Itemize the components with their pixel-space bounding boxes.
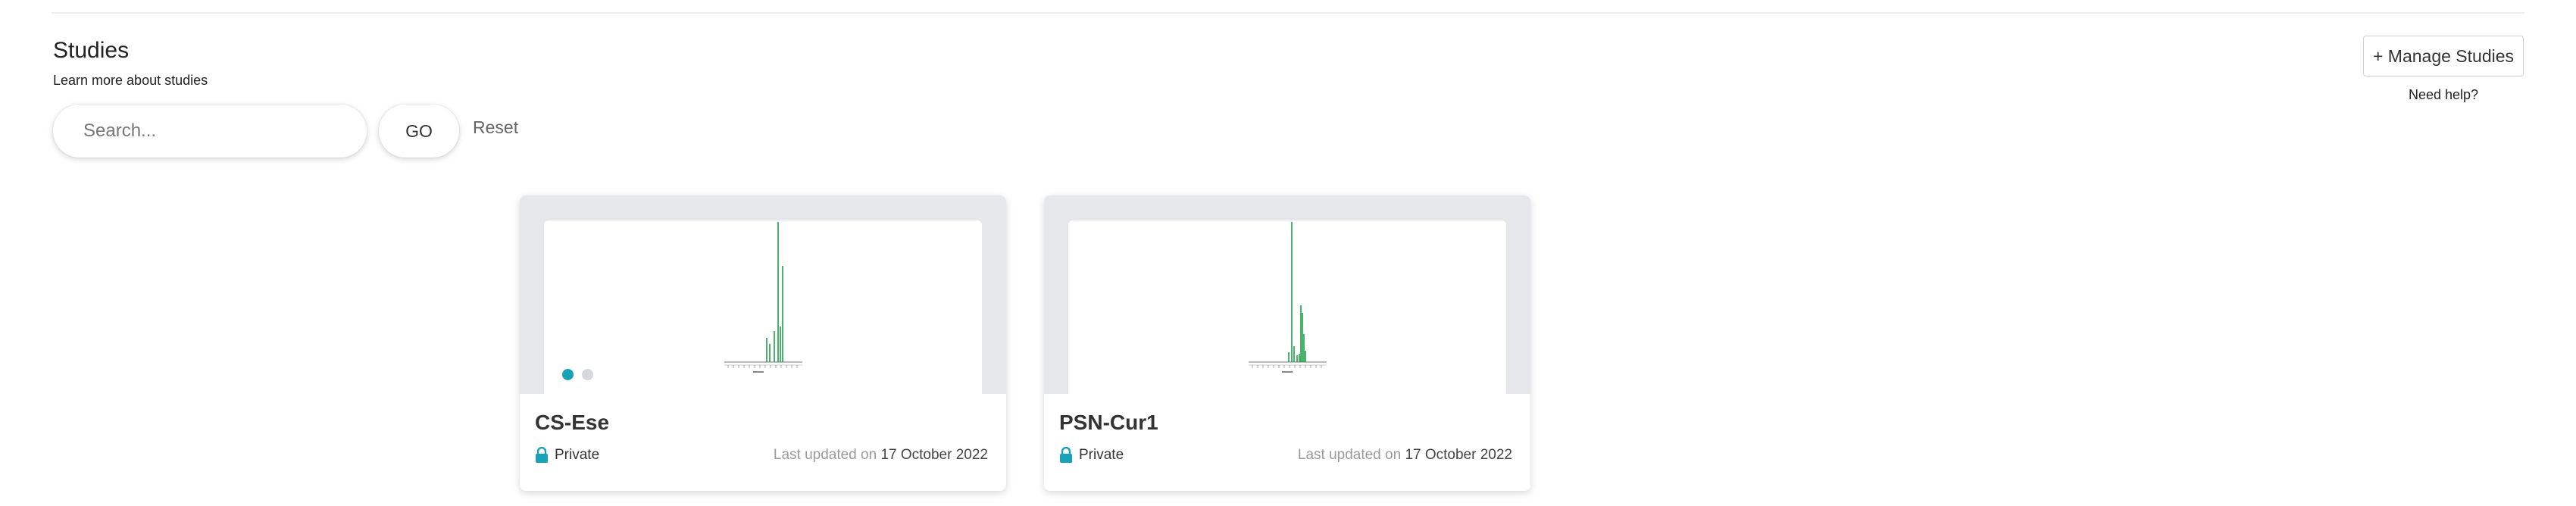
go-button[interactable]: GO [379,105,459,158]
study-card[interactable]: PSN-Cur1 Private Last updated on 17 Octo… [1044,195,1530,491]
spectrum-thumbnail [1249,222,1327,373]
spectrum-thumbnail [724,222,802,373]
carousel-dot[interactable] [562,369,574,380]
updated-date: 17 October 2022 [880,447,988,463]
search-box[interactable] [53,105,367,158]
card-media [1044,195,1530,394]
card-title[interactable]: CS-Ese [535,411,609,435]
privacy-label: Private [1079,447,1124,463]
card-media [520,195,1006,394]
privacy-label: Private [555,447,600,463]
lock-icon [1060,447,1072,463]
need-help-link[interactable]: Need help? [2363,87,2524,103]
privacy-status: Private [535,447,599,464]
search-input[interactable] [82,120,367,142]
updated-prefix: Last updated on [773,447,877,463]
privacy-status: Private [1059,447,1124,464]
updated-prefix: Last updated on [1297,447,1402,463]
card-title[interactable]: PSN-Cur1 [1059,411,1158,435]
chart-thumbnail [544,220,982,394]
chart-thumbnail [1068,220,1506,394]
study-card[interactable]: CS-Ese Private Last updated on 17 Octobe… [520,195,1006,491]
top-divider [52,12,2524,14]
page-title: Studies [53,38,130,63]
manage-studies-button[interactable]: + Manage Studies [2363,36,2524,77]
lock-icon [536,447,548,463]
carousel-dot[interactable] [582,369,593,380]
learn-more-link[interactable]: Learn more about studies [53,73,208,89]
card-footer: Private Last updated on 17 October 2022 [535,445,988,465]
last-updated: Last updated on 17 October 2022 [774,447,988,464]
updated-date: 17 October 2022 [1405,447,1512,463]
card-footer: Private Last updated on 17 October 2022 [1059,445,1512,465]
reset-link[interactable]: Reset [473,117,518,138]
carousel-dots [562,369,593,380]
last-updated: Last updated on 17 October 2022 [1298,447,1512,464]
